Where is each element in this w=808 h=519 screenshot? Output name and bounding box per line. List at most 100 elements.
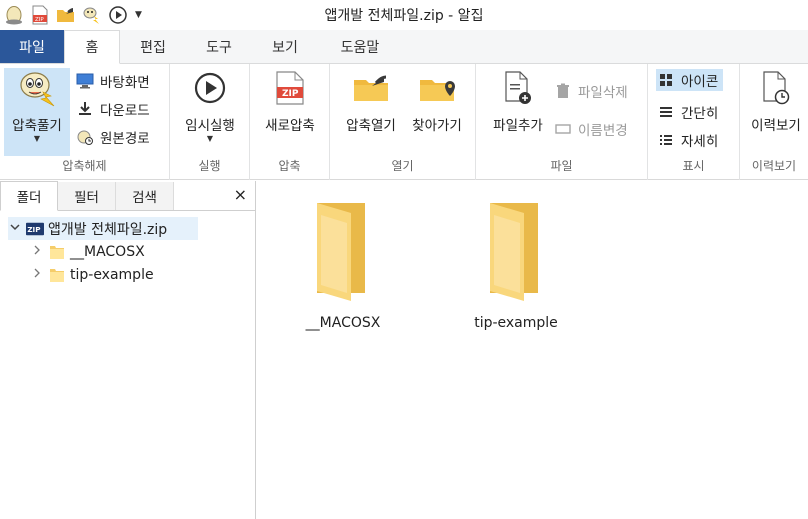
history-icon [756, 68, 796, 108]
open-archive-button[interactable]: 압축열기 [336, 68, 406, 134]
download-icon [76, 100, 94, 118]
tab-view[interactable]: 보기 [252, 30, 318, 63]
extract-to-original-path-button[interactable]: 원본경로 [76, 126, 150, 148]
view-details-label: 자세히 [681, 134, 719, 150]
collapsed-chevron-icon[interactable] [30, 245, 44, 258]
find-label: 찾아가기 [412, 118, 462, 134]
rename-icon [554, 120, 572, 138]
folder-icon [48, 266, 66, 284]
file-list-view: __MACOSX tip-example [257, 181, 808, 519]
ribbon-tab-bar: 파일 홈 편집 도구 보기 도움말 [0, 30, 808, 64]
large-folder-icon [307, 197, 379, 305]
customize-dropdown-icon[interactable]: ▼ [135, 10, 142, 20]
view-simple-label: 간단히 [681, 106, 719, 122]
tree-item[interactable]: tip-example [0, 263, 255, 286]
expanded-chevron-icon[interactable] [8, 223, 22, 234]
find-folder-icon [417, 68, 457, 108]
delete-file-label: 파일삭제 [578, 85, 628, 101]
tab-folder[interactable]: 폴더 [0, 181, 58, 211]
panel-tabs: 폴더 필터 검색 × [0, 181, 255, 211]
group-open: 압축열기 찾아가기 열기 [330, 64, 476, 180]
extract-to-downloads-button[interactable]: 다운로드 [76, 98, 150, 120]
open-folder-icon[interactable] [55, 4, 77, 26]
group-open-label: 열기 [391, 159, 414, 173]
history-label: 이력보기 [751, 118, 801, 134]
ribbon: 압축풀기 ▼ 바탕화면 다운로드 원본경로 압축해제 임시실행 ▼ 실행 ZIP… [0, 64, 808, 180]
tab-filter[interactable]: 필터 [58, 182, 116, 210]
group-compress: ZIP 새로압축 압축 [250, 64, 330, 180]
view-icons-button[interactable]: 아이콘 [656, 69, 724, 91]
zip-file-icon[interactable]: ZIP [29, 4, 51, 26]
group-view-label: 표시 [682, 159, 705, 173]
tab-home[interactable]: 홈 [64, 30, 120, 64]
svg-text:ZIP: ZIP [282, 89, 299, 99]
tree-item-label: __MACOSX [70, 243, 145, 260]
find-button[interactable]: 찾아가기 [402, 68, 472, 134]
folder-item[interactable]: __MACOSX [288, 197, 398, 331]
history-button[interactable]: 이력보기 [744, 68, 808, 134]
folder-icon [48, 243, 66, 261]
alzip-egg-icon[interactable] [3, 4, 25, 26]
add-file-button[interactable]: 파일추가 [482, 68, 554, 134]
tree-root-item[interactable]: ZIP 앱개발 전체파일.zip [8, 217, 198, 240]
rename-button[interactable]: 이름변경 [554, 118, 628, 140]
extract-egg-icon [17, 68, 57, 108]
open-archive-label: 압축열기 [346, 118, 396, 134]
folder-tree: ZIP 앱개발 전체파일.zip __MACOSX tip-example [0, 211, 255, 286]
group-extract: 압축풀기 ▼ 바탕화면 다운로드 원본경로 압축해제 [0, 64, 170, 180]
view-icons-label: 아이콘 [681, 74, 719, 90]
collapsed-chevron-icon[interactable] [30, 268, 44, 281]
group-extract-label: 압축해제 [62, 159, 107, 173]
folder-item-label: __MACOSX [305, 315, 381, 331]
original-path-label: 원본경로 [100, 131, 150, 147]
group-run: 임시실행 ▼ 실행 [170, 64, 250, 180]
downloads-label: 다운로드 [100, 103, 150, 119]
group-file: 파일추가 파일삭제 이름변경 파일 [476, 64, 648, 180]
tab-search[interactable]: 검색 [116, 182, 174, 210]
tree-root-label: 앱개발 전체파일.zip [48, 221, 168, 238]
details-list-icon [657, 131, 675, 149]
desktop-label: 바탕화면 [100, 75, 150, 91]
tab-help[interactable]: 도움말 [318, 30, 402, 63]
add-file-icon [498, 68, 538, 108]
zip-badge-text: ZIP [27, 225, 40, 234]
panel-close-icon[interactable]: × [234, 185, 247, 204]
folder-item-label: tip-example [474, 315, 558, 331]
tab-file[interactable]: 파일 [0, 30, 64, 63]
list-icon [657, 103, 675, 121]
zip-archive-icon: ZIP [26, 220, 44, 238]
extract-to-desktop-button[interactable]: 바탕화면 [76, 70, 150, 92]
tree-item-label: tip-example [70, 266, 154, 283]
tree-item[interactable]: __MACOSX [0, 240, 255, 263]
add-file-label: 파일추가 [493, 118, 543, 134]
view-simple-button[interactable]: 간단히 [657, 101, 718, 123]
new-compress-label: 새로압축 [265, 118, 315, 134]
view-details-button[interactable]: 자세히 [657, 129, 718, 151]
extract-label: 압축풀기 [12, 118, 62, 134]
tab-tools[interactable]: 도구 [186, 30, 252, 63]
desktop-icon [76, 72, 94, 90]
temp-run-dropdown-icon[interactable]: ▼ [207, 134, 213, 143]
trash-icon [554, 82, 572, 100]
new-compress-button[interactable]: ZIP 새로압축 [256, 68, 324, 134]
folder-item[interactable]: tip-example [461, 197, 571, 331]
group-history-label: 이력보기 [751, 159, 797, 173]
delete-file-button[interactable]: 파일삭제 [554, 80, 628, 102]
group-file-label: 파일 [550, 159, 573, 173]
play-icon[interactable] [107, 4, 129, 26]
group-history: 이력보기 이력보기 [740, 64, 808, 180]
quick-access-toolbar: ZIP ▼ [0, 4, 142, 26]
tab-edit[interactable]: 편집 [120, 30, 186, 63]
large-folder-icon [480, 197, 552, 305]
alzip-window: ZIP ▼ 앱개발 전체파일.zip - 알집 파일 홈 편집 도구 보기 도움… [0, 0, 808, 519]
folder-panel: 폴더 필터 검색 × ZIP 앱개발 전체파일.zip __MACOSX tip… [0, 181, 256, 519]
open-archive-folder-icon [351, 68, 391, 108]
extract-icon[interactable] [81, 4, 103, 26]
extract-button[interactable]: 압축풀기 ▼ [4, 68, 70, 143]
extract-dropdown-icon[interactable]: ▼ [34, 134, 40, 143]
title-bar: ZIP ▼ 앱개발 전체파일.zip - 알집 [0, 0, 808, 30]
original-path-icon [76, 128, 94, 146]
svg-text:ZIP: ZIP [35, 17, 44, 23]
group-run-label: 실행 [198, 159, 221, 173]
temp-run-button[interactable]: 임시실행 ▼ [176, 68, 244, 143]
